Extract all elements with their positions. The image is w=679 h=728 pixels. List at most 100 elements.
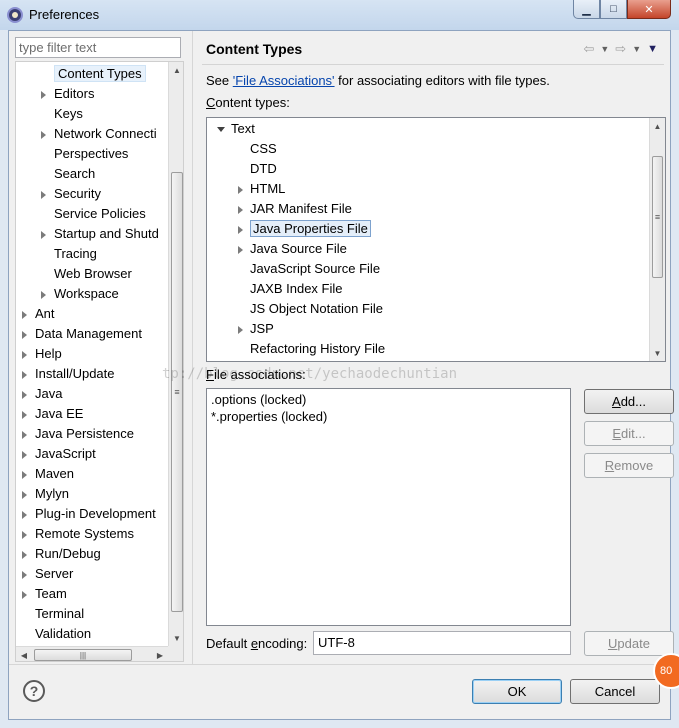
tree-item-run-debug[interactable]: Run/Debug bbox=[22, 544, 101, 564]
tree-item-perspectives[interactable]: Perspectives bbox=[54, 144, 128, 164]
expand-arrow-icon[interactable] bbox=[41, 231, 46, 239]
tree-item-network-connecti[interactable]: Network Connecti bbox=[41, 124, 157, 144]
content-type-java-source-file[interactable]: Java Source File bbox=[238, 239, 347, 259]
content-types-scrollbar[interactable]: ▲ ≡ ▼ bbox=[649, 118, 665, 361]
file-associations-list[interactable]: .options (locked) *.properties (locked) bbox=[206, 388, 571, 626]
expand-arrow-icon[interactable] bbox=[22, 531, 27, 539]
cancel-button[interactable]: Cancel bbox=[570, 679, 660, 704]
expand-arrow-icon[interactable] bbox=[22, 371, 27, 379]
ok-button[interactable]: OK bbox=[472, 679, 562, 704]
default-encoding-input[interactable]: UTF-8 bbox=[313, 631, 571, 655]
expand-arrow-icon[interactable] bbox=[22, 391, 27, 399]
tree-item-keys[interactable]: Keys bbox=[54, 104, 83, 124]
tree-item-mylyn[interactable]: Mylyn bbox=[22, 484, 69, 504]
tree-hscroll-thumb[interactable]: ||| bbox=[34, 649, 132, 661]
back-arrow-icon[interactable]: ⇦ bbox=[583, 41, 594, 57]
expand-arrow-icon[interactable] bbox=[238, 206, 243, 214]
tree-item-java-ee[interactable]: Java EE bbox=[22, 404, 83, 424]
expand-arrow-icon[interactable] bbox=[22, 311, 27, 319]
tree-item-plug-in-development[interactable]: Plug-in Development bbox=[22, 504, 156, 524]
remove-button[interactable]: Remove bbox=[584, 453, 674, 478]
title-bar[interactable]: Preferences ▁ □ ✕ bbox=[0, 0, 679, 30]
file-association-item[interactable]: .options (locked) bbox=[211, 391, 566, 408]
tree-item-content-types[interactable]: Content Types bbox=[54, 64, 146, 84]
forward-history-dropdown-icon[interactable]: ▼ bbox=[632, 44, 641, 57]
expand-arrow-icon[interactable] bbox=[41, 191, 46, 199]
tree-item-tracing[interactable]: Tracing bbox=[54, 244, 97, 264]
maximize-button[interactable]: □ bbox=[600, 0, 627, 19]
tree-item-team[interactable]: Team bbox=[22, 584, 67, 604]
expand-arrow-icon[interactable] bbox=[22, 331, 27, 339]
view-menu-icon[interactable]: ▼ bbox=[647, 43, 658, 57]
expand-arrow-icon[interactable] bbox=[22, 351, 27, 359]
content-type-text[interactable]: Text bbox=[217, 119, 255, 139]
ct-scroll-up-arrow-icon[interactable]: ▲ bbox=[650, 118, 665, 134]
tree-item-workspace[interactable]: Workspace bbox=[41, 284, 119, 304]
tree-item-search[interactable]: Search bbox=[54, 164, 95, 184]
expand-arrow-icon[interactable] bbox=[41, 91, 46, 99]
minimize-button[interactable]: ▁ bbox=[573, 0, 600, 19]
tree-item-server[interactable]: Server bbox=[22, 564, 73, 584]
expand-arrow-icon[interactable] bbox=[22, 451, 27, 459]
tree-item-editors[interactable]: Editors bbox=[41, 84, 94, 104]
expand-arrow-icon[interactable] bbox=[22, 411, 27, 419]
tree-item-javascript[interactable]: JavaScript bbox=[22, 444, 96, 464]
ct-scroll-thumb[interactable]: ≡ bbox=[652, 156, 663, 278]
back-history-dropdown-icon[interactable]: ▼ bbox=[600, 44, 609, 57]
tree-item-startup-and-shutd[interactable]: Startup and Shutd bbox=[41, 224, 159, 244]
expand-arrow-icon[interactable] bbox=[22, 591, 27, 599]
tree-item-validation[interactable]: Validation bbox=[35, 624, 91, 644]
content-type-jar-manifest-file[interactable]: JAR Manifest File bbox=[238, 199, 352, 219]
expand-arrow-icon[interactable] bbox=[22, 491, 27, 499]
tree-item-help[interactable]: Help bbox=[22, 344, 62, 364]
expand-arrow-icon[interactable] bbox=[22, 511, 27, 519]
content-type-jsp[interactable]: JSP bbox=[238, 319, 274, 339]
tree-item-terminal[interactable]: Terminal bbox=[35, 604, 84, 624]
filter-input[interactable] bbox=[15, 37, 181, 58]
scroll-down-arrow-icon[interactable]: ▼ bbox=[169, 630, 183, 646]
scroll-left-arrow-icon[interactable]: ◀ bbox=[16, 647, 32, 661]
expand-arrow-icon[interactable] bbox=[22, 551, 27, 559]
ct-scroll-down-arrow-icon[interactable]: ▼ bbox=[650, 345, 665, 361]
expand-arrow-icon[interactable] bbox=[238, 226, 243, 234]
expand-arrow-icon[interactable] bbox=[238, 186, 243, 194]
scroll-right-arrow-icon[interactable]: ▶ bbox=[152, 647, 168, 661]
tree-vertical-scrollbar[interactable]: ▲ ≡ ▼ bbox=[168, 62, 183, 646]
tree-item-java-persistence[interactable]: Java Persistence bbox=[22, 424, 134, 444]
edit-button[interactable]: Edit... bbox=[584, 421, 674, 446]
content-type-java-properties-file[interactable]: Java Properties File bbox=[238, 219, 371, 239]
tree-item-java[interactable]: Java bbox=[22, 384, 62, 404]
content-type-refactoring-history-file[interactable]: Refactoring History File bbox=[250, 339, 385, 359]
pane-splitter[interactable] bbox=[192, 31, 193, 664]
expand-arrow-icon[interactable] bbox=[22, 571, 27, 579]
tree-item-maven[interactable]: Maven bbox=[22, 464, 74, 484]
tree-scroll-thumb[interactable]: ≡ bbox=[171, 172, 183, 612]
update-button[interactable]: Update bbox=[584, 631, 674, 656]
file-association-item[interactable]: *.properties (locked) bbox=[211, 408, 566, 425]
scroll-up-arrow-icon[interactable]: ▲ bbox=[169, 62, 183, 78]
tree-item-security[interactable]: Security bbox=[41, 184, 101, 204]
expand-arrow-icon[interactable] bbox=[41, 131, 46, 139]
content-type-jaxb-index-file[interactable]: JAXB Index File bbox=[250, 279, 343, 299]
file-associations-link[interactable]: 'File Associations' bbox=[233, 73, 335, 88]
content-type-html[interactable]: HTML bbox=[238, 179, 285, 199]
tree-item-service-policies[interactable]: Service Policies bbox=[54, 204, 146, 224]
collapse-arrow-icon[interactable] bbox=[217, 127, 225, 132]
expand-arrow-icon[interactable] bbox=[22, 431, 27, 439]
content-type-css[interactable]: CSS bbox=[250, 139, 277, 159]
expand-arrow-icon[interactable] bbox=[238, 246, 243, 254]
tree-item-data-management[interactable]: Data Management bbox=[22, 324, 142, 344]
expand-arrow-icon[interactable] bbox=[41, 291, 46, 299]
expand-arrow-icon[interactable] bbox=[22, 471, 27, 479]
close-button[interactable]: ✕ bbox=[627, 0, 671, 19]
help-icon[interactable]: ? bbox=[23, 680, 45, 702]
expand-arrow-icon[interactable] bbox=[238, 326, 243, 334]
content-type-js-object-notation-file[interactable]: JS Object Notation File bbox=[250, 299, 383, 319]
add-button[interactable]: Add... bbox=[584, 389, 674, 414]
tree-item-web-browser[interactable]: Web Browser bbox=[54, 264, 132, 284]
content-type-dtd[interactable]: DTD bbox=[250, 159, 277, 179]
tree-item-install-update[interactable]: Install/Update bbox=[22, 364, 115, 384]
tree-item-remote-systems[interactable]: Remote Systems bbox=[22, 524, 134, 544]
forward-arrow-icon[interactable]: ⇨ bbox=[615, 41, 626, 57]
content-type-javascript-source-file[interactable]: JavaScript Source File bbox=[250, 259, 380, 279]
